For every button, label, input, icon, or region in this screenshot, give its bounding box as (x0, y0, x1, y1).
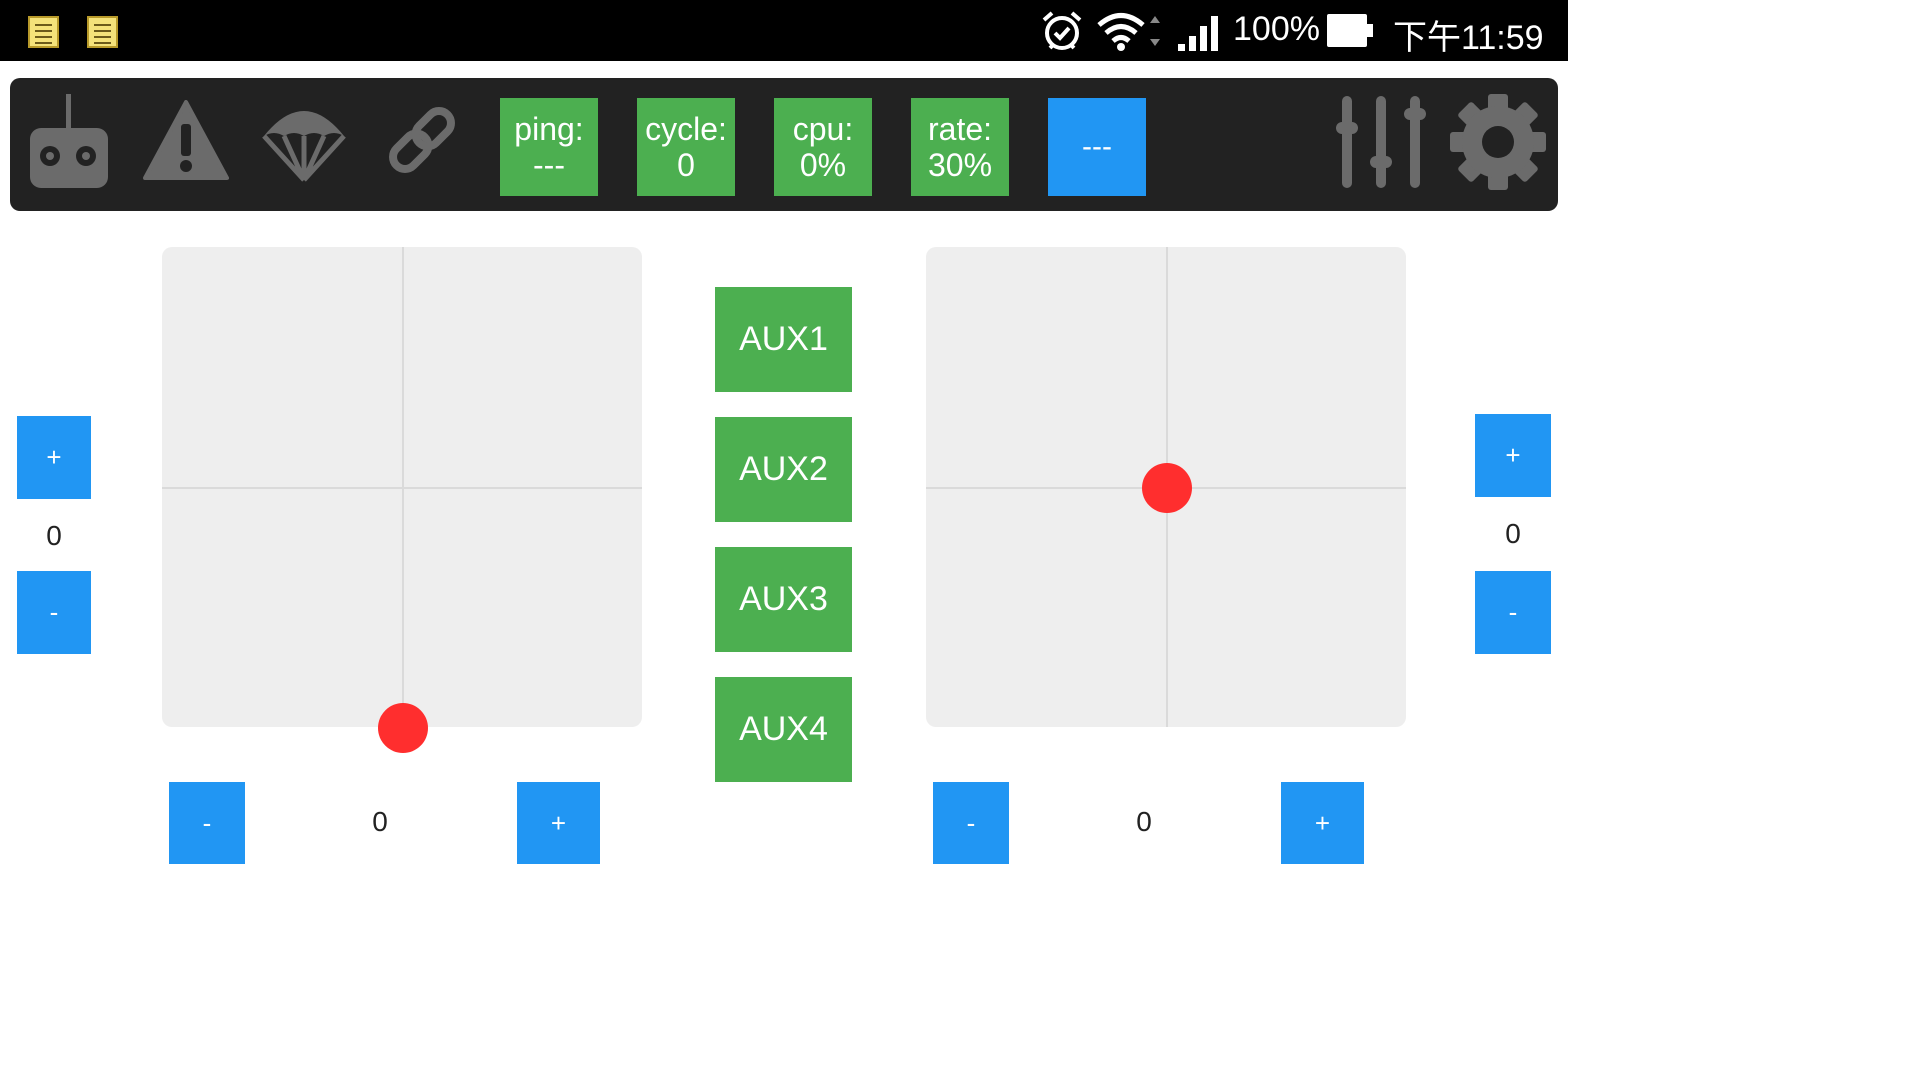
right-horizontal-trim-minus-button[interactable]: - (933, 782, 1009, 864)
aux2-button[interactable]: AUX2 (715, 417, 852, 522)
rate-value: 30% (927, 147, 993, 183)
left-horizontal-trim-minus-button[interactable]: - (169, 782, 245, 864)
rate-stat[interactable]: rate: 30% (911, 98, 1009, 196)
left-vertical-trim-minus-button[interactable]: - (17, 571, 91, 654)
ping-value: --- (533, 147, 565, 183)
gear-icon[interactable] (1450, 94, 1546, 190)
remote-control-icon[interactable] (30, 94, 110, 190)
cpu-stat: cpu: 0% (774, 98, 872, 196)
warning-icon[interactable] (143, 100, 229, 180)
ping-stat: ping: --- (500, 98, 598, 196)
wifi-icon (1097, 13, 1160, 51)
right-joystick-pad[interactable] (926, 247, 1406, 727)
right-stick-dot[interactable] (1142, 463, 1192, 513)
alarm-icon (1042, 11, 1082, 50)
ping-label: ping: (514, 111, 584, 147)
right-horizontal-trim-value: 0 (1136, 806, 1152, 837)
cycle-value: 0 (677, 147, 695, 183)
cycle-stat: cycle: 0 (637, 98, 735, 196)
battery-percentage: 100% (1233, 10, 1320, 48)
mode-button[interactable]: --- (1048, 98, 1146, 196)
battery-icon (1327, 14, 1373, 47)
left-horizontal-trim-value: 0 (372, 806, 388, 837)
right-vertical-trim-plus-button[interactable]: + (1475, 414, 1551, 497)
cycle-label: cycle: (645, 111, 727, 147)
link-icon[interactable] (380, 98, 464, 182)
sliders-icon[interactable] (1336, 94, 1430, 190)
toolbar: ping: --- cycle: 0 cpu: 0% rate: 30% --- (10, 78, 1558, 211)
pad-horizontal-axis (162, 487, 642, 489)
right-vertical-trim-minus-button[interactable]: - (1475, 571, 1551, 654)
status-bar: 100% 下午11:59 (0, 0, 1568, 61)
right-horizontal-trim-plus-button[interactable]: + (1281, 782, 1364, 864)
aux3-button[interactable]: AUX3 (715, 547, 852, 652)
right-vertical-trim-value: 0 (1505, 518, 1521, 549)
left-vertical-trim-plus-button[interactable]: + (17, 416, 91, 499)
rate-label: rate: (927, 111, 993, 147)
cpu-label: cpu: (792, 111, 854, 147)
clock: 下午11:59 (1393, 19, 1544, 57)
parachute-icon[interactable] (260, 100, 348, 184)
left-vertical-trim-value: 0 (46, 520, 62, 551)
signal-icon (1178, 16, 1218, 51)
aux4-button[interactable]: AUX4 (715, 677, 852, 782)
left-joystick-pad[interactable] (162, 247, 642, 753)
left-horizontal-trim-plus-button[interactable]: + (517, 782, 600, 864)
notes-notification-icon (28, 16, 59, 48)
aux1-button[interactable]: AUX1 (715, 287, 852, 392)
notes-notification-icon (87, 16, 118, 48)
cpu-value: 0% (799, 147, 847, 183)
left-stick-dot[interactable] (378, 703, 428, 753)
